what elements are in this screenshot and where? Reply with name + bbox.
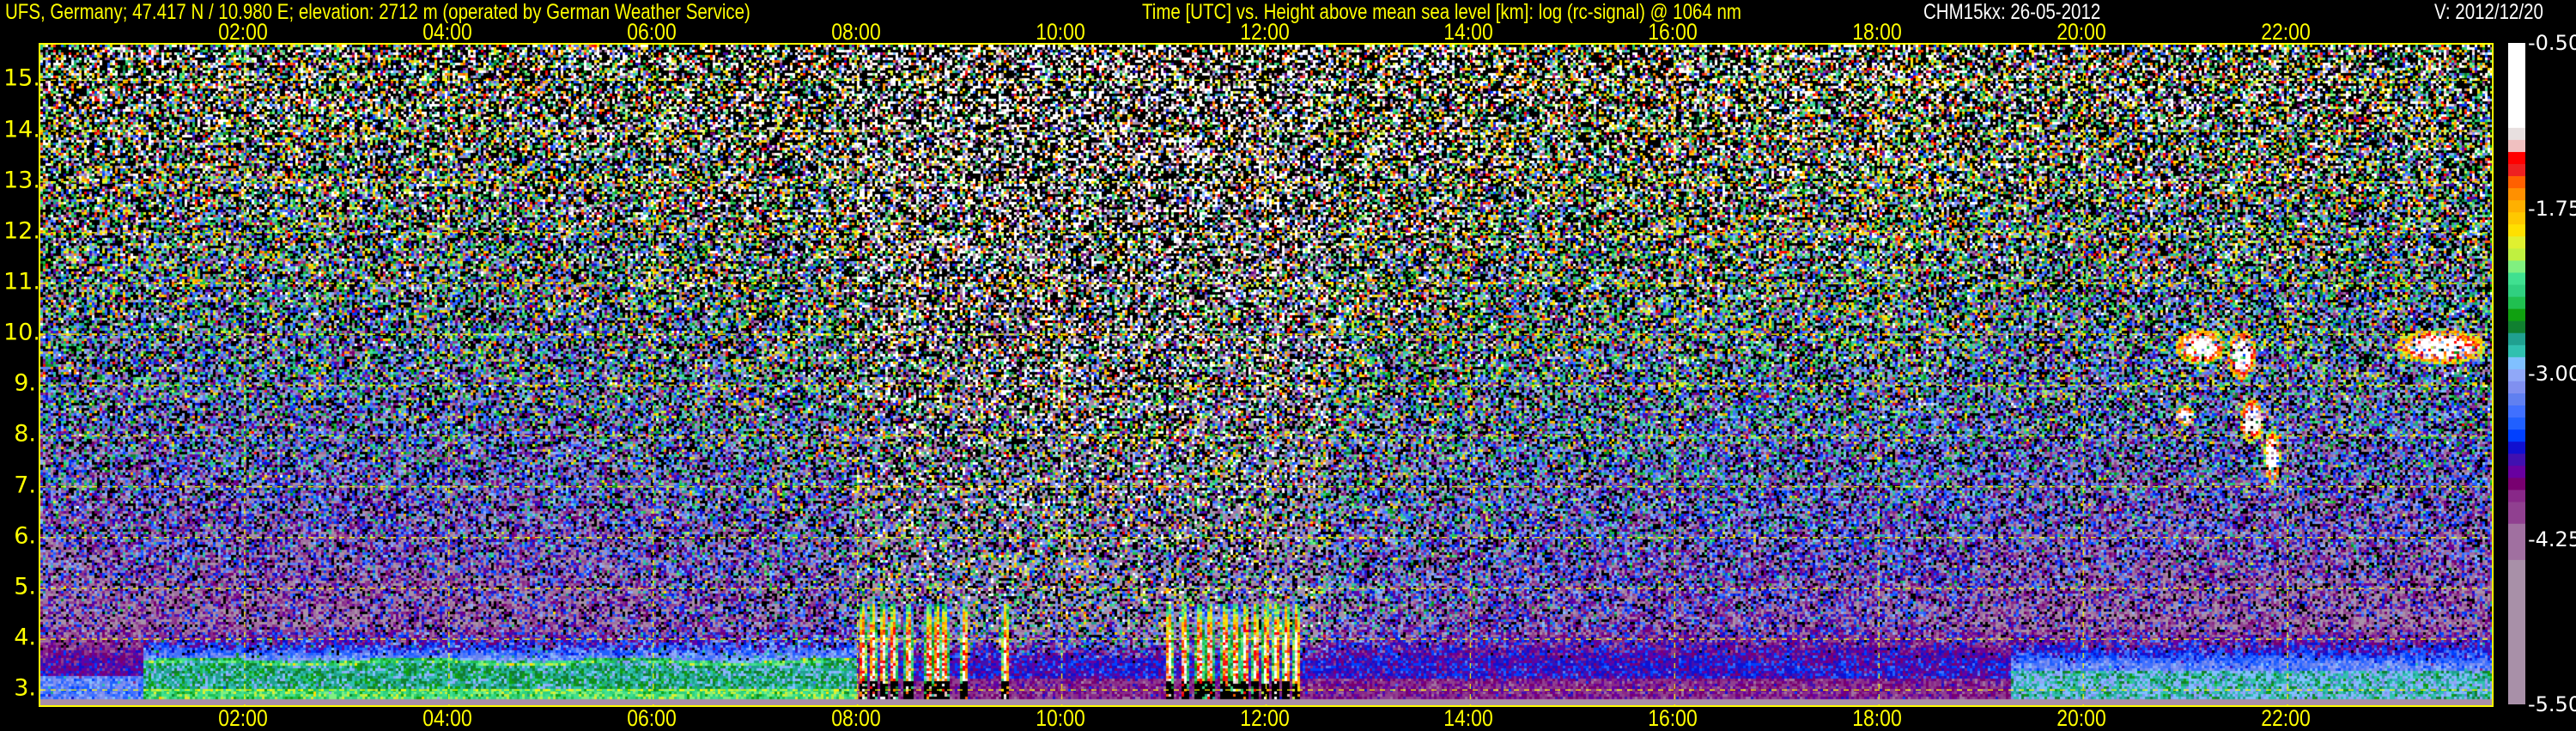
colorbar-swatch bbox=[2508, 417, 2525, 430]
colorbar-swatch bbox=[2508, 308, 2525, 321]
x-tick-label: 12:00 bbox=[1239, 705, 1290, 731]
x-tick-label: 02:00 bbox=[218, 19, 268, 45]
y-tick-label: 12. bbox=[3, 217, 40, 245]
colorbar-swatch bbox=[2508, 223, 2525, 237]
x-tick-label: 06:00 bbox=[627, 19, 677, 45]
x-tick-label: 22:00 bbox=[2261, 19, 2311, 45]
y-tick-label: 15. bbox=[3, 64, 40, 92]
colorbar-swatch bbox=[2508, 465, 2525, 478]
colorbar-swatch bbox=[2508, 523, 2525, 560]
x-tick-label: 20:00 bbox=[2057, 705, 2106, 731]
x-tick-label: 16:00 bbox=[1648, 705, 1698, 731]
colorbar-swatch bbox=[2508, 344, 2525, 357]
x-tick-label: 18:00 bbox=[1852, 705, 1902, 731]
x-tick-label: 04:00 bbox=[422, 19, 472, 45]
colorbar-swatch bbox=[2508, 163, 2525, 177]
y-tick-label: 6. bbox=[14, 522, 36, 550]
x-tick-label: 16:00 bbox=[1648, 19, 1698, 45]
y-tick-label: 5. bbox=[14, 573, 36, 600]
colorbar-tick-label: -3.00 bbox=[2528, 362, 2576, 386]
colorbar-swatch bbox=[2508, 381, 2525, 393]
colorbar-swatch bbox=[2508, 259, 2525, 273]
x-tick-label: 02:00 bbox=[218, 705, 268, 731]
colorbar-swatch bbox=[2508, 356, 2525, 369]
colorbar bbox=[2508, 43, 2525, 704]
colorbar-swatch bbox=[2508, 296, 2525, 309]
x-tick-label: 14:00 bbox=[1443, 19, 1494, 45]
colorbar-swatch bbox=[2508, 199, 2525, 213]
y-tick-label: 10. bbox=[3, 319, 40, 346]
grid-lines bbox=[40, 45, 2492, 705]
ceilometer-plot bbox=[39, 43, 2494, 707]
y-tick-label: 7. bbox=[14, 472, 36, 499]
colorbar-swatch bbox=[2508, 284, 2525, 297]
colorbar-swatch bbox=[2508, 187, 2525, 201]
x-tick-label: 08:00 bbox=[830, 19, 881, 45]
y-tick-label: 11. bbox=[3, 268, 40, 295]
x-tick-label: 10:00 bbox=[1035, 705, 1085, 731]
x-tick-label: 06:00 bbox=[627, 705, 677, 731]
colorbar-swatch bbox=[2508, 139, 2525, 152]
x-tick-label: 10:00 bbox=[1035, 19, 1085, 45]
colorbar-swatch bbox=[2508, 211, 2525, 225]
colorbar-swatch bbox=[2508, 271, 2525, 285]
colorbar-tick-label: -1.75 bbox=[2528, 196, 2576, 221]
colorbar-swatch bbox=[2508, 127, 2525, 140]
colorbar-swatch bbox=[2508, 405, 2525, 418]
colorbar-swatch bbox=[2508, 151, 2525, 165]
x-tick-label: 22:00 bbox=[2261, 705, 2311, 731]
x-tick-label: 12:00 bbox=[1239, 19, 1290, 45]
colorbar-swatch bbox=[2508, 393, 2525, 406]
y-tick-label: 9. bbox=[14, 369, 36, 397]
y-tick-label: 8. bbox=[14, 420, 36, 448]
colorbar-swatch bbox=[2508, 247, 2525, 261]
x-tick-label: 04:00 bbox=[422, 705, 472, 731]
colorbar-swatch bbox=[2508, 332, 2525, 345]
colorbar-swatch bbox=[2508, 489, 2525, 503]
colorbar-swatch bbox=[2508, 441, 2525, 454]
colorbar-swatch bbox=[2508, 235, 2525, 249]
x-tick-label: 14:00 bbox=[1443, 705, 1494, 731]
colorbar-tick-label: -0.50 bbox=[2528, 31, 2576, 55]
x-tick-label: 20:00 bbox=[2057, 19, 2106, 45]
y-tick-label: 3. bbox=[14, 674, 36, 702]
x-tick-label: 08:00 bbox=[830, 705, 881, 731]
version-label: V: 2012/12/20 bbox=[2434, 0, 2543, 24]
colorbar-swatch bbox=[2508, 477, 2525, 490]
colorbar-swatch bbox=[2508, 320, 2525, 333]
colorbar-swatch bbox=[2508, 369, 2525, 381]
y-tick-label: 14. bbox=[3, 116, 40, 143]
x-tick-label: 18:00 bbox=[1852, 19, 1902, 45]
colorbar-swatch bbox=[2508, 175, 2525, 189]
colorbar-swatch bbox=[2508, 429, 2525, 442]
colorbar-swatch bbox=[2508, 559, 2525, 704]
y-tick-label: 13. bbox=[3, 167, 40, 194]
colorbar-tick-label: -4.25 bbox=[2528, 527, 2576, 551]
colorbar-swatch bbox=[2508, 43, 2525, 128]
colorbar-swatch bbox=[2508, 501, 2525, 524]
colorbar-tick-label: -5.50 bbox=[2528, 692, 2576, 716]
y-tick-label: 4. bbox=[14, 624, 36, 651]
colorbar-swatch bbox=[2508, 453, 2525, 466]
